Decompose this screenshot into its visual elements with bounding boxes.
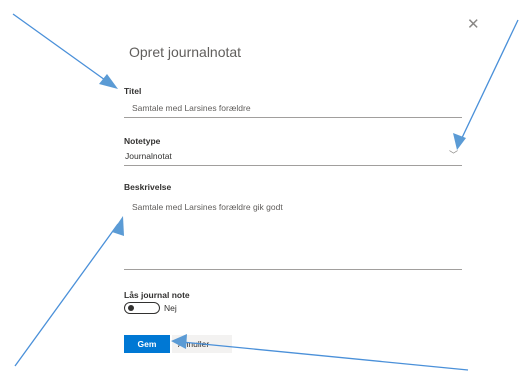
annotation-arrows [12,13,519,371]
close-icon[interactable]: ✕ [467,17,480,32]
chevron-down-icon[interactable]: ﹀ [449,148,458,161]
lock-toggle-row: Nej [124,302,177,314]
cancel-button[interactable]: Annuller [172,335,232,353]
arrow-head-title [99,74,118,89]
save-button[interactable]: Gem [124,335,170,353]
arrow-to-notetype [459,19,519,143]
lock-toggle-state: Nej [164,303,177,313]
title-label: Titel [124,86,142,96]
arrow-to-title [12,13,113,86]
notetype-value: Journalnotat [125,151,172,161]
lock-toggle[interactable] [124,302,160,314]
title-input[interactable]: Samtale med Larsines forældre [124,103,462,118]
dialog-title: Opret journalnotat [129,44,242,60]
arrow-head-description [112,216,124,236]
notetype-label: Notetype [124,136,161,146]
notetype-select[interactable]: Journalnotat ﹀ [124,148,462,166]
arrow-to-description [14,223,119,367]
lock-label: Lås journal note [124,290,190,300]
toggle-knob [128,305,134,311]
description-label: Beskrivelse [124,182,172,192]
description-textarea[interactable]: Samtale med Larsines forældre gik godt [124,202,462,270]
